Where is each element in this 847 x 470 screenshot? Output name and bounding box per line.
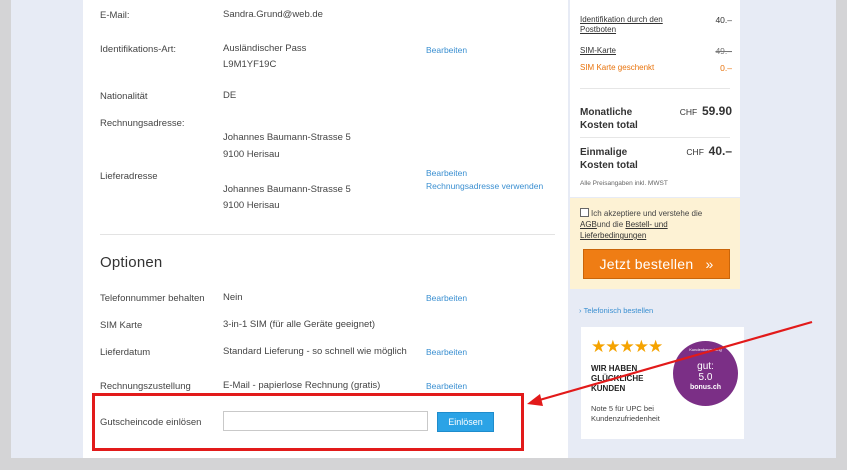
annotation-arrow-icon	[527, 320, 813, 406]
